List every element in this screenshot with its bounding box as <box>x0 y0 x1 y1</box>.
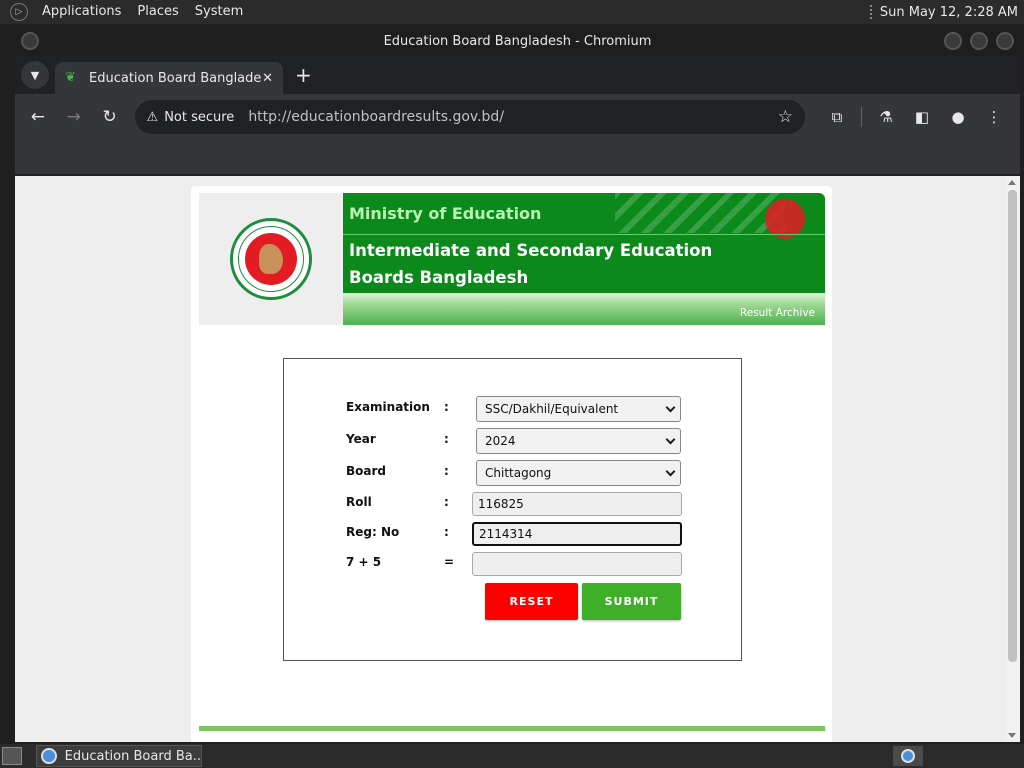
page-scrollbar[interactable] <box>1005 176 1020 742</box>
year-label: Year <box>346 432 376 446</box>
board-value: Chittagong <box>485 466 552 480</box>
tab-strip: ▼ ❦ Education Board Bangladesh ✕ + <box>15 56 1020 94</box>
examination-label: Examination <box>346 400 430 414</box>
tray-chromium-button[interactable] <box>893 746 923 766</box>
logo-box <box>199 193 343 325</box>
arrow-left-icon: ← <box>30 107 46 127</box>
url-text[interactable]: http://educationboardresults.gov.bd/ <box>248 109 777 125</box>
labs-flask-icon[interactable]: ⚗ <box>868 102 904 132</box>
chromium-icon <box>901 749 915 763</box>
close-window-button[interactable] <box>996 32 1014 50</box>
chevron-down-icon <box>665 402 676 412</box>
banner-divider <box>343 234 825 235</box>
browser-window: Education Board Bangladesh - Chromium ▼ … <box>15 26 1020 742</box>
arrow-right-icon: → <box>66 107 81 127</box>
reg-input[interactable]: 2114314 <box>472 522 682 546</box>
toolbar-separator <box>861 107 863 127</box>
year-value: 2024 <box>485 434 516 448</box>
examination-value: SSC/Dakhil/Equivalent <box>485 402 619 416</box>
reg-value: 2114314 <box>479 527 533 541</box>
boards-title: Intermediate and Secondary Education Boa… <box>349 241 713 287</box>
forward-button[interactable]: → <box>59 102 89 132</box>
security-label: Not secure <box>164 109 235 125</box>
captcha-input[interactable] <box>472 552 682 576</box>
tab-close-icon[interactable]: ✕ <box>262 71 273 86</box>
government-seal-icon <box>230 218 312 300</box>
panel-grip-icon <box>869 5 874 19</box>
archive-bar: Result Archive <box>343 293 825 325</box>
reg-label: Reg: No <box>346 525 400 539</box>
clock[interactable]: Sun May 12, 2:28 AM <box>880 5 1018 20</box>
examination-select[interactable]: SSC/Dakhil/Equivalent <box>476 396 681 422</box>
maximize-button[interactable] <box>970 32 988 50</box>
browser-toolbar: ← → ↻ ⚠ Not secure http://educationboard… <box>15 94 1020 140</box>
system-menu[interactable]: System <box>187 0 251 24</box>
top-panel: ▷ Applications Places System Sun May 12,… <box>0 0 1024 24</box>
site-favicon-icon: ❦ <box>65 70 76 85</box>
tab-title: Education Board Bangladesh <box>89 70 263 86</box>
gnome-foot-icon[interactable]: ▷ <box>10 3 28 21</box>
roll-label: Roll <box>346 495 372 509</box>
roll-value: 116825 <box>478 497 524 511</box>
tab-search-button[interactable]: ▼ <box>21 61 49 89</box>
bookmarks-bar <box>15 140 1020 174</box>
bookmark-star-icon[interactable]: ☆ <box>778 107 793 127</box>
flag-circle-icon <box>765 199 805 239</box>
reload-icon: ↻ <box>102 107 117 127</box>
applications-menu[interactable]: Applications <box>34 0 129 24</box>
window-menu-button[interactable] <box>21 32 39 50</box>
places-menu[interactable]: Places <box>129 0 186 24</box>
window-title: Education Board Bangladesh - Chromium <box>383 33 652 49</box>
kebab-menu-icon[interactable]: ⋮ <box>976 102 1012 132</box>
board-colon: : <box>444 464 449 478</box>
side-panel-icon[interactable]: ◧ <box>904 102 940 132</box>
chevron-down-icon <box>665 466 676 476</box>
footer-line <box>199 726 825 731</box>
board-select[interactable]: Chittagong <box>476 460 681 486</box>
window-titlebar[interactable]: Education Board Bangladesh - Chromium <box>15 26 1020 56</box>
back-button[interactable]: ← <box>23 102 53 132</box>
bottom-taskbar: Education Board Ba... <box>0 744 1024 768</box>
security-chip[interactable]: ⚠ Not secure <box>147 110 249 125</box>
roll-input[interactable]: 116825 <box>472 492 682 516</box>
year-colon: : <box>444 432 449 446</box>
taskbar-item-chromium[interactable]: Education Board Ba... <box>36 745 202 767</box>
captcha-label: 7 + 5 <box>346 555 382 569</box>
clock-area: Sun May 12, 2:28 AM <box>869 5 1024 20</box>
examination-colon: : <box>444 400 449 414</box>
chevron-down-icon: ▼ <box>30 68 40 82</box>
extensions-puzzle-icon[interactable]: ⧉ <box>819 102 855 132</box>
show-desktop-button[interactable] <box>2 747 22 765</box>
result-form: Examination : SSC/Dakhil/Equivalent Year… <box>283 358 742 661</box>
reset-button[interactable]: RESET <box>485 583 578 620</box>
scroll-thumb[interactable] <box>1008 190 1017 662</box>
tab-education-board[interactable]: ❦ Education Board Bangladesh ✕ <box>55 62 283 94</box>
page-container: Ministry of Education Intermediate and S… <box>191 186 832 742</box>
result-archive-link[interactable]: Result Archive <box>740 307 815 319</box>
scroll-down-icon[interactable] <box>1008 733 1016 738</box>
board-label: Board <box>346 464 386 478</box>
new-tab-button[interactable]: + <box>295 63 312 87</box>
reload-button[interactable]: ↻ <box>95 102 125 132</box>
minimize-button[interactable] <box>944 32 962 50</box>
warning-triangle-icon: ⚠ <box>146 109 159 125</box>
taskbar-item-label: Education Board Ba... <box>64 748 201 764</box>
panel-menu: ▷ Applications Places System <box>0 0 251 24</box>
banner-stripes <box>615 193 785 233</box>
scroll-up-icon[interactable] <box>1008 180 1016 185</box>
profile-avatar-icon[interactable]: ● <box>940 102 976 132</box>
ministry-title: Ministry of Education <box>349 204 542 223</box>
page-viewport: Ministry of Education Intermediate and S… <box>15 176 1020 742</box>
chromium-icon <box>41 748 57 764</box>
submit-button[interactable]: SUBMIT <box>582 583 681 620</box>
toolbar-icons: ⧉ ⚗ ◧ ● ⋮ <box>819 102 1012 132</box>
header-banner: Ministry of Education Intermediate and S… <box>343 193 825 325</box>
site-header: Ministry of Education Intermediate and S… <box>199 193 825 325</box>
year-select[interactable]: 2024 <box>476 428 681 454</box>
address-bar[interactable]: ⚠ Not secure http://educationboardresult… <box>134 100 806 134</box>
chevron-down-icon <box>665 434 676 444</box>
